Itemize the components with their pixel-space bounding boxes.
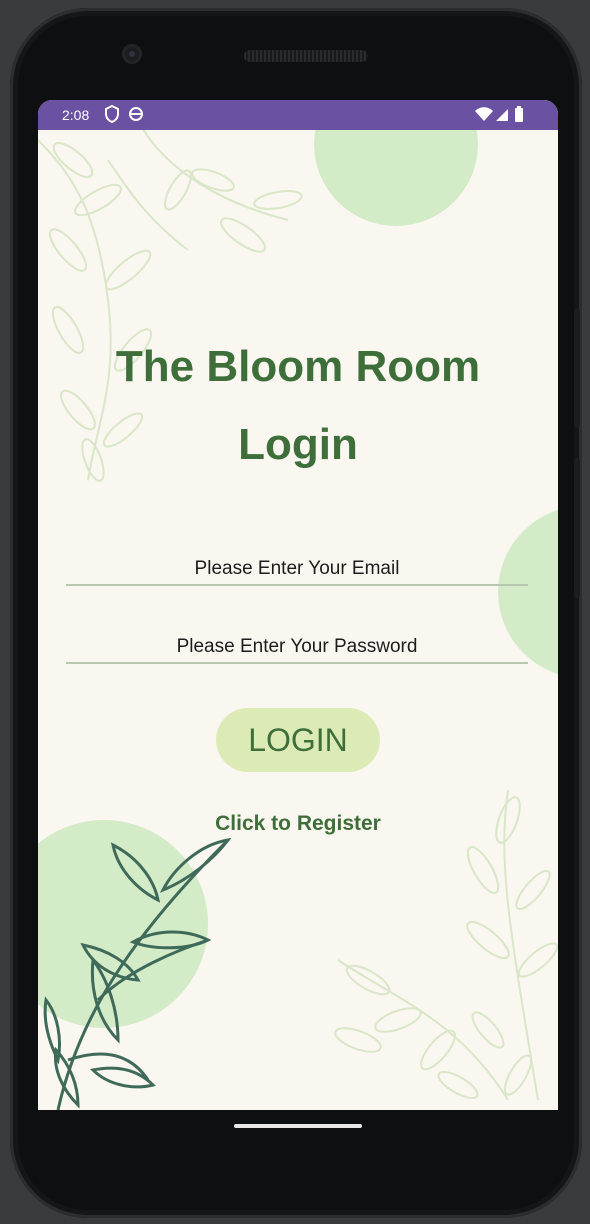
login-button[interactable]: LOGIN	[216, 708, 380, 772]
status-time: 2:08	[62, 107, 90, 123]
shield-icon	[105, 104, 119, 124]
password-placeholder: Please Enter Your Password	[176, 636, 418, 657]
home-gesture-handle[interactable]	[234, 1124, 362, 1128]
navigation-bar	[38, 1110, 558, 1160]
volume-button	[574, 458, 580, 598]
power-button	[574, 308, 580, 428]
sync-circle-icon	[129, 107, 143, 121]
wifi-icon	[475, 107, 493, 121]
speaker-grille	[244, 50, 368, 62]
email-field[interactable]: Please Enter Your Email	[66, 542, 528, 586]
app-title: The Bloom Room	[115, 342, 481, 391]
register-link[interactable]: Click to Register	[38, 812, 558, 836]
botanical-background	[38, 100, 558, 1110]
battery-icon	[515, 106, 523, 122]
email-placeholder: Please Enter Your Email	[194, 558, 400, 579]
camera-icon	[122, 44, 142, 64]
signal-icon	[496, 109, 508, 121]
status-bar: 2:08	[38, 100, 558, 130]
password-field[interactable]: Please Enter Your Password	[66, 620, 528, 664]
app-screen: 2:08 The Bloom Room Login Please Enter Y…	[38, 100, 558, 1110]
page-title: Login	[238, 420, 358, 469]
